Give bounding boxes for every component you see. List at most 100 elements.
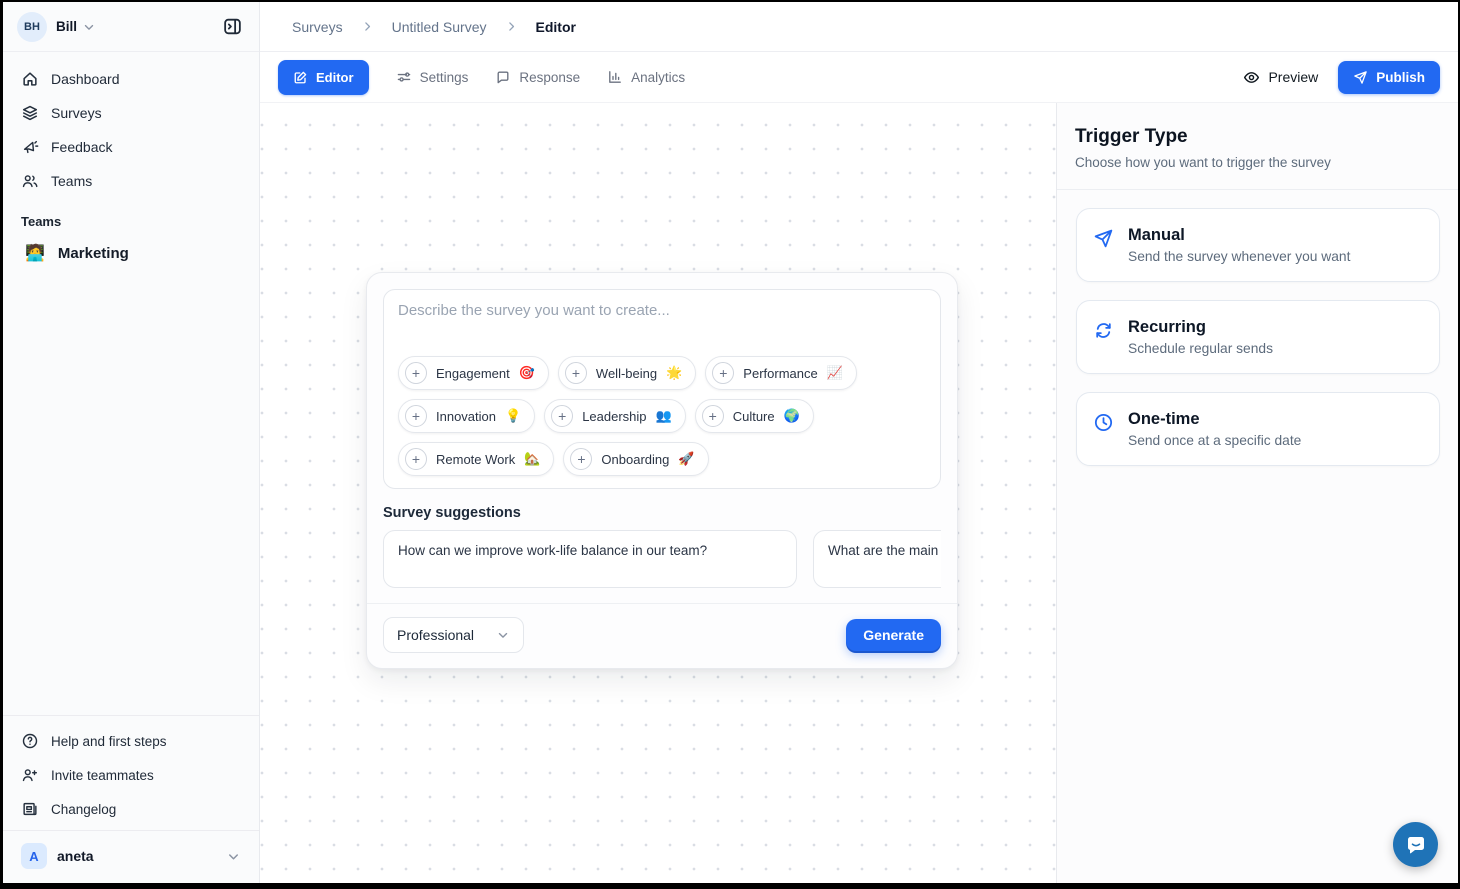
preview-label: Preview: [1268, 69, 1318, 85]
publish-button[interactable]: Publish: [1338, 61, 1440, 94]
chat-launcher-button[interactable]: [1393, 822, 1438, 867]
suggestions-row: How can we improve work-life balance in …: [383, 530, 941, 588]
sliders-icon: [396, 69, 412, 85]
user-menu[interactable]: A aneta: [11, 835, 251, 877]
workspace-switcher[interactable]: BH Bill: [3, 2, 259, 52]
plus-icon: +: [405, 448, 427, 470]
sidebar-item-label: Dashboard: [51, 71, 120, 87]
sidebar-item-invite[interactable]: Invite teammates: [11, 758, 251, 792]
plus-icon: +: [565, 362, 587, 384]
sidebar-item-label: Teams: [51, 173, 92, 189]
user-plus-icon: [21, 766, 39, 784]
tab-label: Settings: [420, 70, 469, 85]
user-avatar: A: [21, 843, 47, 869]
chip-label: Leadership: [582, 409, 646, 424]
tone-select[interactable]: Professional: [383, 617, 524, 653]
chip-label: Onboarding: [601, 452, 669, 467]
topic-chip[interactable]: +Remote Work🏡: [398, 442, 554, 476]
topic-chip[interactable]: +Leadership👥: [544, 399, 686, 433]
sidebar-item-feedback[interactable]: Feedback: [11, 130, 251, 164]
suggestion-card[interactable]: What are the main ob: [813, 530, 941, 588]
send-icon: [1093, 228, 1114, 264]
eye-icon: [1243, 69, 1260, 86]
suggestion-card[interactable]: How can we improve work-life balance in …: [383, 530, 797, 588]
clock-icon: [1093, 412, 1114, 448]
sidebar-divider: [3, 830, 259, 831]
plus-icon: +: [712, 362, 734, 384]
topic-chip[interactable]: +Well-being🌟: [558, 356, 696, 390]
option-description: Send the survey whenever you want: [1128, 249, 1350, 264]
breadcrumb: Surveys Untitled Survey Editor: [260, 2, 1458, 52]
sidebar-item-label: Feedback: [51, 139, 112, 155]
topic-chip[interactable]: +Innovation💡: [398, 399, 535, 433]
topic-chip[interactable]: +Onboarding🚀: [563, 442, 708, 476]
sidebar-item-label: Surveys: [51, 105, 102, 121]
topic-chip[interactable]: + Performance 📈: [705, 356, 857, 390]
tab-analytics[interactable]: Analytics: [607, 69, 685, 85]
breadcrumb-editor: Editor: [536, 19, 576, 35]
plus-icon: +: [570, 448, 592, 470]
team-name: Marketing: [58, 245, 129, 262]
trigger-panel-header: Trigger Type Choose how you want to trig…: [1057, 103, 1458, 190]
option-description: Schedule regular sends: [1128, 341, 1273, 356]
chip-emoji-icon: 📈: [827, 365, 843, 381]
sidebar-item-label: Changelog: [51, 802, 116, 817]
tab-label: Editor: [316, 70, 354, 85]
chip-label: Culture: [733, 409, 775, 424]
trigger-option-one-time[interactable]: One-time Send once at a specific date: [1076, 392, 1440, 466]
sidebar-item-team-marketing[interactable]: 🧑‍💻 Marketing: [11, 235, 251, 271]
chip-emoji-icon: 🎯: [519, 365, 535, 381]
prompt-box: +Engagement🎯+Well-being🌟+Performance📈+In…: [383, 289, 941, 489]
suggestions-title: Survey suggestions: [383, 505, 941, 521]
trigger-option-recurring[interactable]: Recurring Schedule regular sends: [1076, 300, 1440, 374]
topic-chip[interactable]: +Culture🌍: [695, 399, 814, 433]
editor-canvas[interactable]: +Engagement🎯+Well-being🌟+Performance📈+In…: [260, 103, 1056, 883]
chip-emoji-icon: 🌟: [666, 365, 682, 381]
option-title: One-time: [1128, 410, 1301, 429]
sidebar-item-label: Invite teammates: [51, 768, 154, 783]
option-title: Recurring: [1128, 318, 1273, 337]
chip-label: Performance: [743, 366, 817, 381]
technologist-emoji-icon: 🧑‍💻: [25, 243, 45, 263]
tab-editor[interactable]: Editor: [278, 60, 369, 95]
breadcrumb-surveys[interactable]: Surveys: [292, 19, 343, 35]
chip-emoji-icon: 👥: [656, 408, 672, 424]
sidebar-footer-nav: Help and first steps Invite teammates Ch…: [3, 716, 259, 830]
chevron-right-icon: [361, 20, 374, 33]
app-window: BH Bill Dashboard Surv: [3, 2, 1458, 883]
composer-footer: Professional Generate: [367, 603, 957, 668]
sidebar-item-teams[interactable]: Teams: [11, 164, 251, 198]
chip-label: Engagement: [436, 366, 510, 381]
sidebar-item-surveys[interactable]: Surveys: [11, 96, 251, 130]
main-area: Surveys Untitled Survey Editor Editor: [260, 2, 1458, 883]
bar-chart-icon: [607, 69, 623, 85]
topic-chip[interactable]: +Engagement🎯: [398, 356, 549, 390]
survey-composer-card: +Engagement🎯+Well-being🌟+Performance📈+In…: [366, 272, 958, 669]
sidebar-item-dashboard[interactable]: Dashboard: [11, 62, 251, 96]
sidebar-item-help[interactable]: Help and first steps: [11, 724, 251, 758]
tab-settings[interactable]: Settings: [396, 69, 469, 85]
changelog-icon: [21, 800, 39, 818]
plus-icon: +: [405, 405, 427, 427]
sidebar-item-changelog[interactable]: Changelog: [11, 792, 251, 826]
panel-subtitle: Choose how you want to trigger the surve…: [1075, 155, 1440, 170]
sidebar-collapse-button[interactable]: [219, 14, 245, 40]
trigger-option-manual[interactable]: Manual Send the survey whenever you want: [1076, 208, 1440, 282]
megaphone-icon: [21, 138, 39, 156]
chevron-down-icon: [82, 20, 96, 34]
option-description: Send once at a specific date: [1128, 433, 1301, 448]
breadcrumb-untitled-survey[interactable]: Untitled Survey: [392, 19, 487, 35]
tab-label: Analytics: [631, 70, 685, 85]
tab-response[interactable]: Response: [495, 69, 580, 85]
chip-label: Remote Work: [436, 452, 515, 467]
chat-bubble-icon: [1404, 833, 1428, 857]
sidebar: BH Bill Dashboard Surv: [3, 2, 260, 883]
generate-button[interactable]: Generate: [846, 619, 941, 651]
preview-button[interactable]: Preview: [1243, 69, 1318, 86]
teams-section-label: Teams: [3, 198, 259, 235]
trigger-options: Manual Send the survey whenever you want…: [1057, 190, 1458, 466]
survey-description-input[interactable]: [398, 302, 926, 356]
workspace-avatar: BH: [17, 12, 47, 42]
chevron-right-icon: [505, 20, 518, 33]
workspace-name: Bill: [56, 19, 77, 34]
